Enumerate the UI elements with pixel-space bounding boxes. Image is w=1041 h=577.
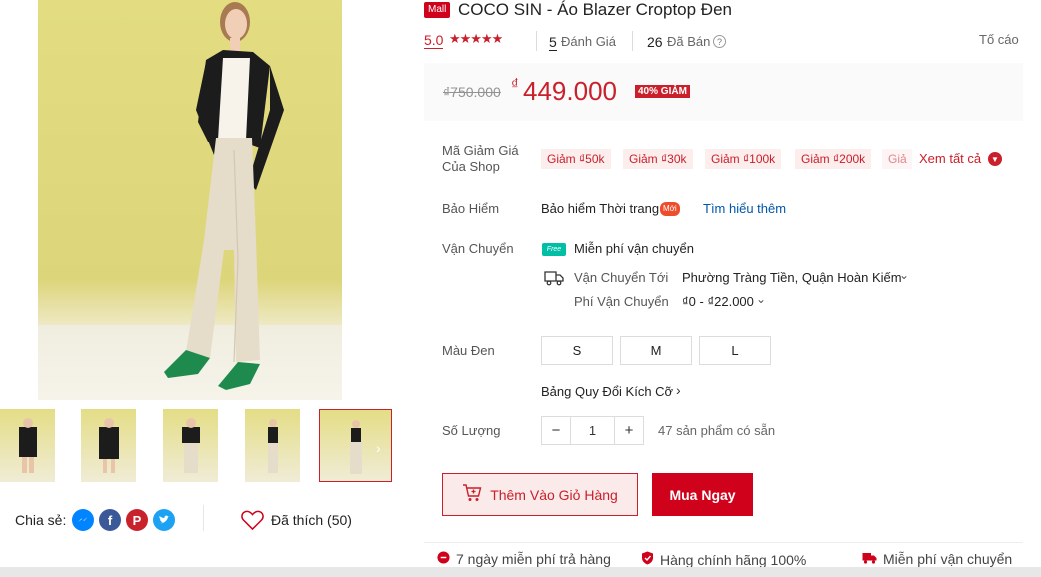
help-icon[interactable]: ?: [713, 35, 726, 48]
chevron-right-icon[interactable]: ›: [676, 382, 681, 398]
thumbnail-2[interactable]: [81, 409, 136, 482]
thumbnail-3[interactable]: [163, 409, 218, 482]
insurance-label: Bảo Hiểm: [442, 201, 500, 216]
new-badge: Mới: [660, 202, 680, 216]
quantity-label: Số Lượng: [442, 423, 501, 438]
shipping-fee-value[interactable]: ₫0 - ₫22.000: [682, 294, 754, 309]
variant-label: Màu Đen: [442, 343, 495, 358]
cart-icon: [462, 484, 482, 505]
add-to-cart-button[interactable]: Thêm Vào Giỏ Hàng: [442, 473, 638, 516]
voucher-chip[interactable]: Giảm ₫200k: [795, 149, 872, 169]
reviews-count[interactable]: 5: [549, 34, 557, 51]
section-divider: [424, 542, 1023, 543]
size-option-s[interactable]: S: [541, 336, 613, 365]
thumbnail-1[interactable]: [0, 409, 55, 482]
quantity-input[interactable]: 1: [571, 417, 614, 444]
rating-score[interactable]: 5.0: [424, 32, 444, 49]
voucher-label-line2: Của Shop: [442, 159, 500, 174]
pinterest-icon[interactable]: P: [126, 509, 148, 531]
return-icon: [437, 551, 450, 567]
facebook-icon[interactable]: f: [99, 509, 121, 531]
see-all-vouchers-link[interactable]: Xem tất cả: [919, 151, 981, 166]
thumbnail-5-selected[interactable]: [319, 409, 392, 482]
thumbnail-4[interactable]: [245, 409, 300, 482]
shield-icon: [641, 551, 654, 568]
currency-symbol: ₫: [511, 76, 519, 93]
main-product-image[interactable]: [38, 0, 342, 400]
sold-count: 26: [647, 34, 663, 50]
voucher-chip[interactable]: Giảm ₫100k: [705, 149, 782, 169]
next-thumb-arrow-icon[interactable]: ›: [376, 440, 381, 456]
ship-to-value[interactable]: Phường Tràng Tiền, Quận Hoàn Kiếm: [682, 270, 902, 285]
mall-badge: Mall: [424, 2, 451, 18]
shipping-label: Vận Chuyển: [442, 241, 514, 256]
guarantee-return-text: 7 ngày miễn phí trả hàng: [456, 551, 611, 567]
voucher-label-line1: Mã Giảm Giá: [442, 143, 519, 158]
voucher-chip-partial[interactable]: Giả: [882, 149, 912, 169]
bottom-toolbar-edge: [0, 567, 1041, 577]
like-count: Đã thích (50): [271, 512, 352, 528]
rating-stars: ★★★★★: [449, 31, 503, 46]
chevron-down-icon[interactable]: ▼: [988, 152, 1002, 166]
size-option-l[interactable]: L: [699, 336, 771, 365]
sold-label: Đã Bán: [667, 34, 711, 49]
guarantee-free-shipping: Miễn phí vận chuyển: [862, 551, 1012, 567]
original-price: ₫750.000: [443, 84, 501, 100]
free-shipping-icon: Free: [542, 243, 566, 256]
report-link[interactable]: Tố cáo: [979, 32, 1019, 47]
free-shipping-text: Miễn phí vận chuyển: [574, 241, 694, 256]
quantity-increase-button[interactable]: +: [614, 417, 643, 444]
buy-now-button[interactable]: Mua Ngay: [652, 473, 753, 516]
chevron-down-icon[interactable]: ⌄: [756, 292, 766, 306]
quantity-stepper: − 1 +: [541, 416, 644, 445]
product-title: COCO SIN - Áo Blazer Croptop Đen: [458, 0, 732, 19]
guarantee-free-shipping-text: Miễn phí vận chuyển: [883, 551, 1013, 567]
twitter-icon[interactable]: [153, 509, 175, 531]
guarantee-authentic-text: Hàng chính hãng 100%: [660, 551, 807, 568]
insurance-name: Bảo hiểm Thời trang: [541, 201, 660, 216]
quantity-decrease-button[interactable]: −: [542, 417, 571, 444]
learn-more-link[interactable]: Tìm hiểu thêm: [703, 201, 786, 216]
truck-icon: [862, 551, 877, 567]
stat-divider: [632, 31, 633, 51]
discount-badge: 40% GIẢM: [635, 85, 690, 98]
add-to-cart-label: Thêm Vào Giỏ Hàng: [490, 486, 618, 503]
shipping-fee-label: Phí Vận Chuyển: [574, 294, 669, 309]
chevron-down-icon[interactable]: ⌄: [899, 268, 909, 282]
reviews-label: Đánh Giá: [561, 34, 616, 49]
guarantee-authentic: Hàng chính hãng 100%: [641, 551, 806, 568]
current-price: 449.000: [523, 76, 617, 106]
stat-divider: [536, 31, 537, 51]
heart-icon[interactable]: [241, 510, 264, 535]
truck-icon: [544, 270, 564, 291]
model-figure: [164, 2, 284, 390]
voucher-chip[interactable]: Giảm ₫30k: [623, 149, 693, 169]
size-chart-link[interactable]: Bảng Quy Đổi Kích Cỡ: [541, 384, 673, 399]
ship-to-label: Vận Chuyển Tới: [574, 270, 669, 285]
messenger-icon[interactable]: [72, 509, 94, 531]
guarantee-return: 7 ngày miễn phí trả hàng: [437, 551, 611, 567]
voucher-chip[interactable]: Giảm ₫50k: [541, 149, 611, 169]
share-label: Chia sẻ:: [15, 512, 67, 528]
stock-available: 47 sản phẩm có sẵn: [658, 423, 776, 438]
size-option-m[interactable]: M: [620, 336, 692, 365]
share-divider: [203, 505, 204, 531]
